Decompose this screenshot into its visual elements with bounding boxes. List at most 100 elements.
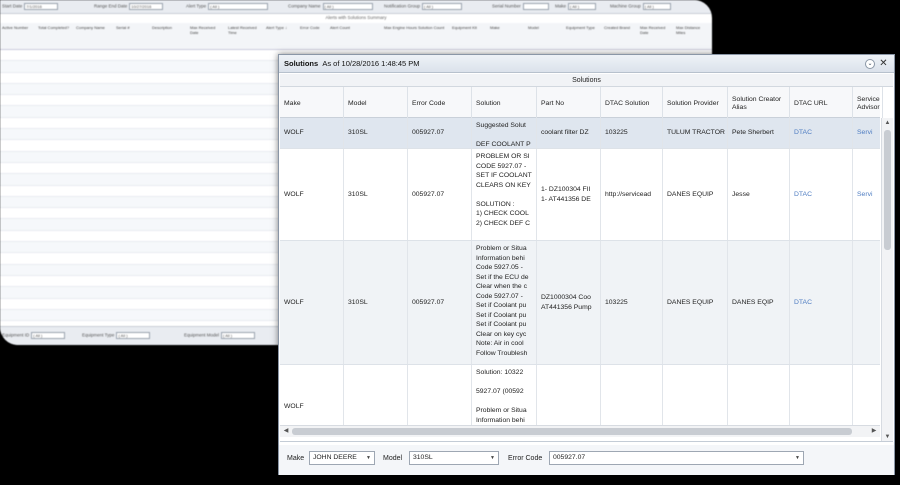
cell-error-code: 005927.07 <box>408 118 472 148</box>
cell-dtac-solution: http://servicead <box>601 149 663 240</box>
filter-start-date[interactable]: Start Date 7/1/2016 <box>2 3 59 10</box>
scroll-right-icon[interactable]: ▶ <box>869 426 879 437</box>
background-column-header[interactable]: Total Completed? <box>38 25 72 30</box>
scroll-down-icon[interactable]: ▼ <box>882 432 893 441</box>
horizontal-scroll-thumb[interactable] <box>292 428 852 435</box>
background-column-header[interactable]: Make <box>490 25 524 30</box>
cell-make: WOLF <box>280 118 344 148</box>
vertical-scroll-thumb[interactable] <box>884 130 891 250</box>
cell-solution: Suggested Solut DEF COOLANT P <box>472 118 537 148</box>
cell-model <box>344 365 408 425</box>
cell-provider: TULUM TRACTOR <box>663 118 728 148</box>
cell-creator: Jesse <box>728 149 790 240</box>
filter-serial-number[interactable]: Serial Number <box>492 3 549 10</box>
make-dropdown[interactable]: JOHN DEERE ▼ <box>309 451 375 465</box>
filter-make[interactable]: Make( All ) <box>555 3 597 10</box>
background-column-header[interactable]: Serial # <box>116 25 150 30</box>
background-column-header[interactable]: Latest Received Time <box>228 25 262 35</box>
cell-text: 310SL <box>348 190 368 198</box>
background-column-header[interactable]: Error Code <box>300 25 334 30</box>
cell-part-no: DZ1000304 Coo AT441356 Pump <box>537 241 601 364</box>
column-header-service-advisor[interactable]: Service Advisor <box>853 87 883 118</box>
footer-filter-equipment-type[interactable]: Equipment Type( All ) <box>82 332 151 339</box>
background-column-header[interactable]: Description <box>152 25 186 30</box>
cell-dtac-url[interactable]: DTAC <box>790 149 853 240</box>
background-column-header[interactable]: Max Distance Miles <box>676 25 710 35</box>
cell-text: 005927.07 <box>412 190 445 198</box>
cell-creator <box>728 365 790 425</box>
column-header-creator[interactable]: Solution Creator Alias <box>728 87 790 118</box>
cell-service-advisor[interactable] <box>853 241 880 364</box>
model-dropdown[interactable]: 310SL ▼ <box>409 451 499 465</box>
collapse-icon[interactable]: ⌄ <box>865 59 875 69</box>
background-column-header[interactable]: Solution Count <box>418 25 452 30</box>
cell-text: 005927.07 <box>412 129 445 137</box>
vertical-scrollbar[interactable]: ▲ ▼ <box>881 118 893 441</box>
column-header-dtac-url[interactable]: DTAC URL <box>790 87 853 118</box>
background-column-header[interactable]: Company Name <box>76 25 110 30</box>
background-column-header[interactable]: Equipment Type <box>566 25 600 30</box>
cell-creator: DANES EQIP <box>728 241 790 364</box>
cell-text: DANES EQIP <box>732 298 774 306</box>
solutions-dialog: Solutions As of 10/28/2016 1:48:45 PM ⌄ … <box>278 54 895 475</box>
table-row[interactable]: WOLF 310SL 005927.07 Suggested Solut DEF CO… <box>280 118 880 149</box>
scroll-left-icon[interactable]: ◀ <box>281 426 291 437</box>
column-header-dtac-solution[interactable]: DTAC Solution <box>601 87 663 118</box>
filter-alert-type[interactable]: Alert Type( All ) <box>186 3 269 10</box>
horizontal-scrollbar[interactable]: ◀ ▶ <box>280 425 880 437</box>
screen: Start Date 7/1/2016 Range End Date 10/27/2… <box>0 0 900 485</box>
background-column-header[interactable]: Max Engine Hours <box>384 25 418 30</box>
cell-solution: Solution: 10322 5927.07 (00592 Problem o… <box>472 365 537 425</box>
column-header-provider[interactable]: Solution Provider <box>663 87 728 118</box>
error-code-dropdown[interactable]: 005927.07 ▼ <box>549 451 804 465</box>
filter-notification-group[interactable]: Notification Group( All ) <box>384 3 463 10</box>
footer-filter-equipment-id[interactable]: Equipment ID( All ) <box>2 332 66 339</box>
filter-machine-group[interactable]: Machine Group( All ) <box>610 3 671 10</box>
cell-text: PROBLEM OR SI CODE 5927.07 - SET IF COOL… <box>476 153 532 227</box>
close-icon[interactable]: ✕ <box>878 57 889 70</box>
background-grid-header: Active Number Total Completed? Company Nam… <box>0 23 712 50</box>
table-row[interactable]: WOLF 310SL 005927.07 Problem or Situa Infor… <box>280 241 880 365</box>
cell-dtac-url[interactable]: DTAC <box>790 241 853 364</box>
cell-model: 310SL <box>344 118 408 148</box>
column-header-make[interactable]: Make <box>280 87 344 118</box>
column-header-model[interactable]: Model <box>344 87 408 118</box>
cell-dtac-url[interactable] <box>790 365 853 425</box>
cell-text: 103225 <box>605 129 628 137</box>
make-label: Make <box>287 455 305 462</box>
background-column-header[interactable]: Active Number <box>2 25 36 30</box>
background-column-header[interactable]: Created Brand <box>604 25 638 30</box>
background-column-header[interactable]: Equipment Kit <box>452 25 486 30</box>
cell-text: TULUM TRACTOR <box>667 129 725 137</box>
background-column-header[interactable]: Max Received Date <box>640 25 674 35</box>
cell-text: 005927.07 <box>412 298 445 306</box>
footer-filter-equipment-model[interactable]: Equipment Model( All ) <box>184 332 256 339</box>
cell-provider <box>663 365 728 425</box>
cell-service-advisor[interactable]: Servi <box>853 118 880 148</box>
dialog-timestamp: As of 10/28/2016 1:48:45 PM <box>322 59 420 68</box>
background-column-header[interactable]: Max Received Date <box>190 25 224 35</box>
cell-make: WOLF <box>280 149 344 240</box>
background-column-header[interactable]: Model <box>528 25 562 30</box>
dialog-title: Solutions <box>284 59 319 68</box>
table-row[interactable]: WOLF 310SL 005927.07 PROBLEM OR SI CODE 592… <box>280 149 880 241</box>
column-header-solution[interactable]: Solution <box>472 87 537 118</box>
filter-company-name[interactable]: Company Name( All ) <box>288 3 373 10</box>
grid-caption: Solutions <box>280 74 893 87</box>
background-column-header[interactable]: Alert Type ↓ <box>266 25 300 30</box>
cell-creator: Pete Sherbert <box>728 118 790 148</box>
column-header-part-no[interactable]: Part No <box>537 87 601 118</box>
chevron-down-icon: ▼ <box>795 455 800 461</box>
cell-error-code: 005927.07 <box>408 241 472 364</box>
cell-text: Servi <box>857 190 873 198</box>
cell-service-advisor[interactable]: Servi <box>853 149 880 240</box>
cell-text: 1- DZ100304 FII 1- AT441356 DE <box>541 186 591 203</box>
table-row[interactable]: WOLF Solution: 10322 5927.07 (00592 Probl… <box>280 365 880 425</box>
background-column-header[interactable]: Alert Count <box>330 25 364 30</box>
filter-range-end-date[interactable]: Range End Date 10/27/2016 <box>94 3 164 10</box>
dialog-title-bar[interactable]: Solutions As of 10/28/2016 1:48:45 PM ⌄ … <box>279 55 894 73</box>
scroll-up-icon[interactable]: ▲ <box>882 118 893 128</box>
cell-dtac-url[interactable]: DTAC <box>790 118 853 148</box>
column-header-error-code[interactable]: Error Code <box>408 87 472 118</box>
cell-service-advisor[interactable] <box>853 365 880 425</box>
